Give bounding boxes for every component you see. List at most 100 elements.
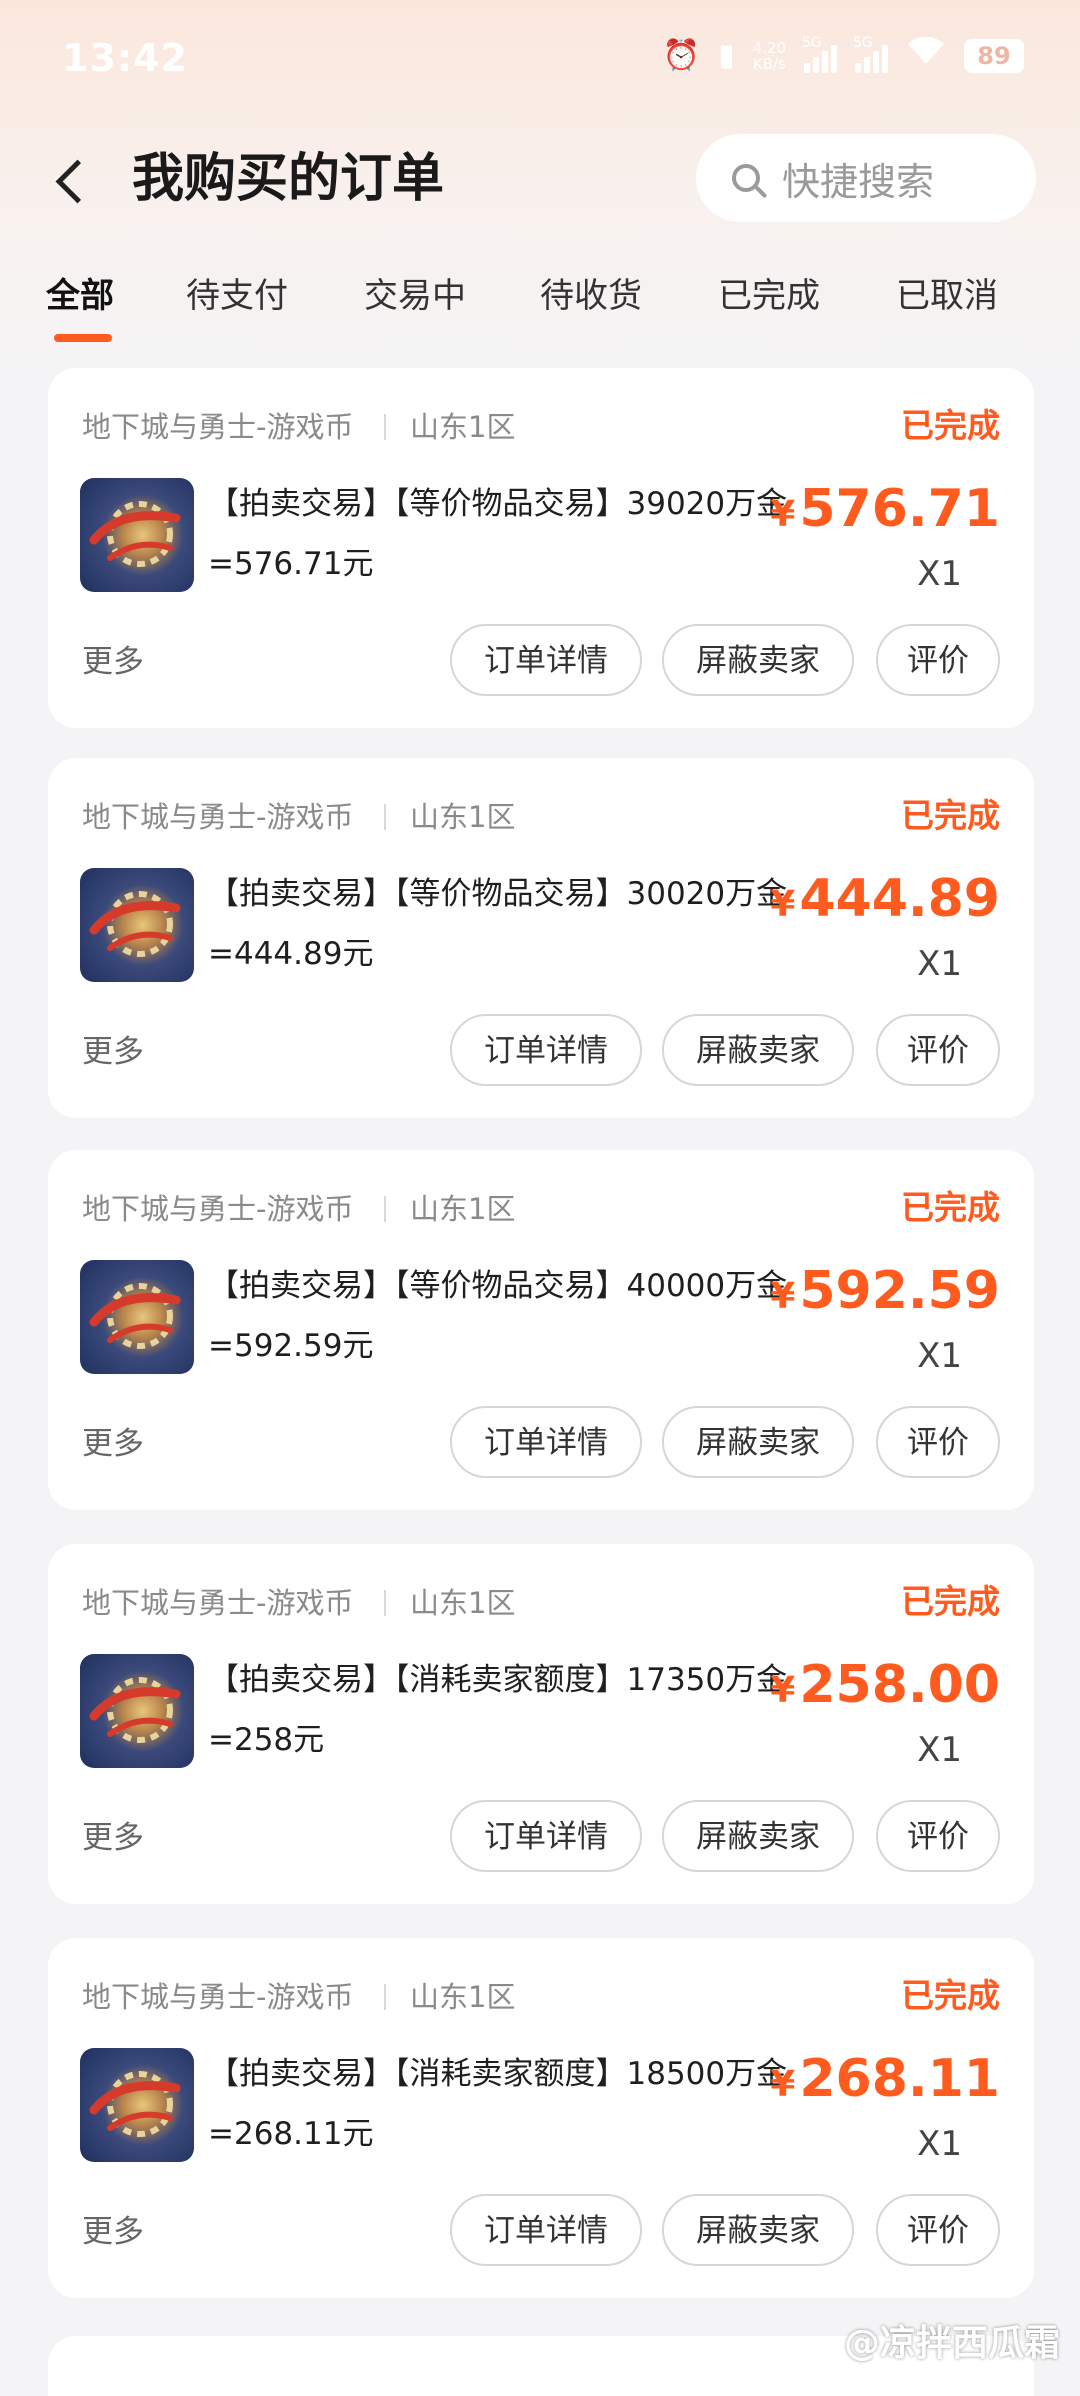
order-detail-button[interactable]: 订单详情 <box>450 1014 642 1086</box>
price-value: 444.89 <box>799 869 1000 929</box>
more-button[interactable]: 更多 <box>82 2208 144 2256</box>
game-name: 地下城与勇士-游戏币 <box>82 1586 354 1620</box>
search-input[interactable]: 快捷搜索 <box>782 151 934 206</box>
tab-pending-receipt[interactable]: 待收货 <box>540 266 642 326</box>
signal-icon: 5G <box>802 35 837 73</box>
order-title: 【拍卖交易】【消耗卖家额度】17350万金 <box>208 1662 788 1698</box>
game-logo-icon <box>80 1260 194 1374</box>
order-card[interactable]: 地下城与勇士-游戏币 山东1区 已完成 【拍卖交易】【消耗卖家额度】17350万… <box>48 1544 1034 1904</box>
order-description: 【拍卖交易】【等价物品交易】30020万金 =444.89元 <box>208 864 868 984</box>
order-detail-button[interactable]: 订单详情 <box>450 2194 642 2266</box>
status-icons: ⏰ ▮ 4.20 KB/s 5G 5G 89 <box>663 34 1024 77</box>
order-card[interactable]: 地下城与勇士-游戏币 山东1区 已完成 【拍卖交易】【等价物品交易】39020万… <box>48 368 1034 728</box>
order-price: ¥268.11 <box>770 2046 1000 2118</box>
rate-button[interactable]: 评价 <box>876 1406 1000 1478</box>
tab-completed[interactable]: 已完成 <box>718 266 820 326</box>
order-quantity: X1 <box>917 1336 962 1376</box>
game-name: 地下城与勇士-游戏币 <box>82 1192 354 1226</box>
order-price: ¥258.00 <box>770 1652 1000 1724</box>
order-detail-button[interactable]: 订单详情 <box>450 1406 642 1478</box>
page-header: 我购买的订单 快捷搜索 <box>0 120 1080 240</box>
order-description: 【拍卖交易】【等价物品交易】40000万金 =592.59元 <box>208 1256 868 1376</box>
currency-symbol: ¥ <box>770 494 796 535</box>
order-amount-text: =444.89元 <box>208 936 374 972</box>
game-logo-icon <box>80 2048 194 2162</box>
server-name: 山东1区 <box>410 800 516 834</box>
currency-symbol: ¥ <box>770 1670 796 1711</box>
more-button[interactable]: 更多 <box>82 1420 144 1468</box>
net-speed-value: 4.20 <box>752 38 786 57</box>
order-quantity: X1 <box>917 554 962 594</box>
tab-in-trade[interactable]: 交易中 <box>364 266 466 326</box>
signal-icon: 5G <box>853 35 888 73</box>
net-speed-unit: KB/s <box>752 54 786 73</box>
status-bar: 13:42 ⏰ ▮ 4.20 KB/s 5G 5G 89 <box>0 0 1080 120</box>
price-value: 576.71 <box>799 479 1000 539</box>
server-name: 山东1区 <box>410 1586 516 1620</box>
game-name: 地下城与勇士-游戏币 <box>82 1980 354 2014</box>
alarm-icon: ⏰ <box>662 37 701 73</box>
order-price: ¥576.71 <box>770 476 1000 548</box>
currency-symbol: ¥ <box>770 1276 796 1317</box>
rate-button[interactable]: 评价 <box>876 2194 1000 2266</box>
order-title: 【拍卖交易】【等价物品交易】30020万金 <box>208 876 788 912</box>
block-seller-button[interactable]: 屏蔽卖家 <box>662 2194 854 2266</box>
sim2-label: 5G <box>853 34 873 51</box>
back-button[interactable] <box>40 146 100 216</box>
block-seller-button[interactable]: 屏蔽卖家 <box>662 624 854 696</box>
divider <box>384 414 386 440</box>
order-title: 【拍卖交易】【消耗卖家额度】18500万金 <box>208 2056 788 2092</box>
status-badge: 已完成 <box>901 1582 1000 1621</box>
more-button[interactable]: 更多 <box>82 638 144 686</box>
order-amount-text: =592.59元 <box>208 1328 374 1364</box>
order-quantity: X1 <box>917 944 962 984</box>
order-card[interactable]: 地下城与勇士-游戏币 山东1区 已完成 【拍卖交易】【等价物品交易】40000万… <box>48 1150 1034 1510</box>
divider <box>384 1196 386 1222</box>
net-speed: 4.20 KB/s <box>753 40 786 72</box>
chevron-left-icon <box>55 159 99 203</box>
rate-button[interactable]: 评价 <box>876 1014 1000 1086</box>
divider <box>384 804 386 830</box>
watermark: @凉拌西瓜霜 <box>843 2323 1060 2364</box>
tab-cancelled[interactable]: 已取消 <box>896 266 998 326</box>
currency-symbol: ¥ <box>770 2064 796 2105</box>
order-quantity: X1 <box>917 1730 962 1770</box>
status-badge: 已完成 <box>901 1976 1000 2015</box>
order-detail-button[interactable]: 订单详情 <box>450 624 642 696</box>
status-time: 13:42 <box>62 36 188 80</box>
more-button[interactable]: 更多 <box>82 1814 144 1862</box>
search-bar[interactable]: 快捷搜索 <box>696 134 1036 222</box>
game-logo-icon <box>80 868 194 982</box>
sim1-label: 5G <box>802 34 822 51</box>
order-price: ¥444.89 <box>770 866 1000 938</box>
active-tab-indicator <box>54 334 112 342</box>
price-value: 268.11 <box>799 2049 1000 2109</box>
block-seller-button[interactable]: 屏蔽卖家 <box>662 1406 854 1478</box>
order-card[interactable]: 地下城与勇士-游戏币 山东1区 已完成 【拍卖交易】【等价物品交易】30020万… <box>48 758 1034 1118</box>
order-card[interactable]: 地下城与勇士-游戏币 山东1区 已完成 【拍卖交易】【消耗卖家额度】18500万… <box>48 1938 1034 2298</box>
block-seller-button[interactable]: 屏蔽卖家 <box>662 1800 854 1872</box>
order-detail-button[interactable]: 订单详情 <box>450 1800 642 1872</box>
order-amount-text: =268.11元 <box>208 2116 374 2152</box>
order-price: ¥592.59 <box>770 1258 1000 1330</box>
page-title: 我购买的订单 <box>132 149 445 209</box>
block-seller-button[interactable]: 屏蔽卖家 <box>662 1014 854 1086</box>
status-badge: 已完成 <box>901 406 1000 445</box>
rate-button[interactable]: 评价 <box>876 624 1000 696</box>
search-icon <box>732 164 760 192</box>
server-name: 山东1区 <box>410 1980 516 2014</box>
order-description: 【拍卖交易】【等价物品交易】39020万金 =576.71元 <box>208 474 868 594</box>
server-name: 山东1区 <box>410 1192 516 1226</box>
order-amount-text: =576.71元 <box>208 546 374 582</box>
vibrate-icon: ▮ <box>718 37 735 73</box>
price-value: 258.00 <box>799 1655 1000 1715</box>
tab-pending-payment[interactable]: 待支付 <box>186 266 288 326</box>
status-badge: 已完成 <box>901 1188 1000 1227</box>
server-name: 山东1区 <box>410 410 516 444</box>
divider <box>384 1984 386 2010</box>
more-button[interactable]: 更多 <box>82 1028 144 1076</box>
tab-all[interactable]: 全部 <box>46 266 114 326</box>
order-tabs: 全部 待支付 交易中 待收货 已完成 已取消 <box>0 266 1080 346</box>
currency-symbol: ¥ <box>770 884 796 925</box>
rate-button[interactable]: 评价 <box>876 1800 1000 1872</box>
